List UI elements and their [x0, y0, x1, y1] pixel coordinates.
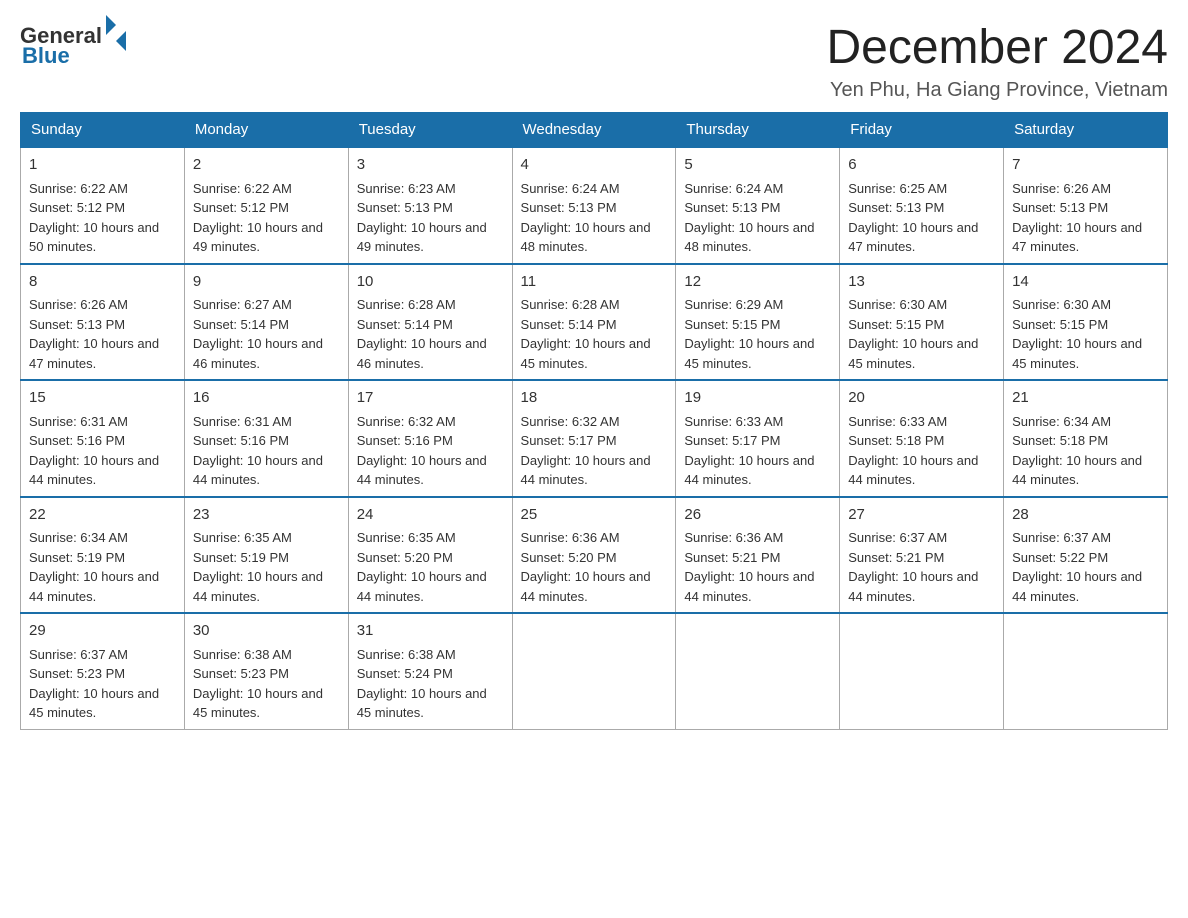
calendar-day-cell: 17Sunrise: 6:32 AMSunset: 5:16 PMDayligh… [348, 380, 512, 497]
calendar-day-cell: 15Sunrise: 6:31 AMSunset: 5:16 PMDayligh… [21, 380, 185, 497]
day-number: 15 [29, 387, 176, 410]
calendar-day-cell: 24Sunrise: 6:35 AMSunset: 5:20 PMDayligh… [348, 497, 512, 614]
calendar-day-cell: 12Sunrise: 6:29 AMSunset: 5:15 PMDayligh… [676, 264, 840, 381]
day-number: 3 [357, 154, 504, 177]
day-number: 9 [193, 271, 340, 294]
calendar-day-cell [840, 613, 1004, 729]
day-of-week-header: Sunday [21, 113, 185, 148]
day-number: 30 [193, 620, 340, 643]
day-number: 10 [357, 271, 504, 294]
calendar-day-cell: 23Sunrise: 6:35 AMSunset: 5:19 PMDayligh… [184, 497, 348, 614]
calendar-week-row: 8Sunrise: 6:26 AMSunset: 5:13 PMDaylight… [21, 264, 1168, 381]
day-of-week-header: Saturday [1004, 113, 1168, 148]
day-number: 1 [29, 154, 176, 177]
calendar-table: SundayMondayTuesdayWednesdayThursdayFrid… [20, 112, 1168, 730]
day-number: 22 [29, 504, 176, 527]
day-number: 19 [684, 387, 831, 410]
day-number: 7 [1012, 154, 1159, 177]
calendar-day-cell: 7Sunrise: 6:26 AMSunset: 5:13 PMDaylight… [1004, 147, 1168, 264]
day-number: 31 [357, 620, 504, 643]
day-number: 6 [848, 154, 995, 177]
calendar-day-cell [512, 613, 676, 729]
day-of-week-header: Friday [840, 113, 1004, 148]
day-number: 20 [848, 387, 995, 410]
calendar-day-cell: 10Sunrise: 6:28 AMSunset: 5:14 PMDayligh… [348, 264, 512, 381]
page-header: General Blue December 2024 Yen Phu, Ha G… [20, 20, 1168, 102]
day-number: 14 [1012, 271, 1159, 294]
calendar-day-cell: 2Sunrise: 6:22 AMSunset: 5:12 PMDaylight… [184, 147, 348, 264]
calendar-day-cell: 18Sunrise: 6:32 AMSunset: 5:17 PMDayligh… [512, 380, 676, 497]
calendar-week-row: 29Sunrise: 6:37 AMSunset: 5:23 PMDayligh… [21, 613, 1168, 729]
calendar-day-cell: 22Sunrise: 6:34 AMSunset: 5:19 PMDayligh… [21, 497, 185, 614]
day-of-week-header: Monday [184, 113, 348, 148]
calendar-day-cell: 11Sunrise: 6:28 AMSunset: 5:14 PMDayligh… [512, 264, 676, 381]
day-number: 21 [1012, 387, 1159, 410]
day-number: 25 [521, 504, 668, 527]
day-number: 29 [29, 620, 176, 643]
day-of-week-header: Tuesday [348, 113, 512, 148]
day-number: 13 [848, 271, 995, 294]
day-number: 11 [521, 271, 668, 294]
logo-blue: Blue [22, 43, 70, 69]
calendar-day-cell: 31Sunrise: 6:38 AMSunset: 5:24 PMDayligh… [348, 613, 512, 729]
calendar-day-cell: 19Sunrise: 6:33 AMSunset: 5:17 PMDayligh… [676, 380, 840, 497]
calendar-day-cell [676, 613, 840, 729]
day-number: 18 [521, 387, 668, 410]
day-number: 27 [848, 504, 995, 527]
calendar-day-cell: 5Sunrise: 6:24 AMSunset: 5:13 PMDaylight… [676, 147, 840, 264]
calendar-day-cell: 27Sunrise: 6:37 AMSunset: 5:21 PMDayligh… [840, 497, 1004, 614]
calendar-day-cell: 6Sunrise: 6:25 AMSunset: 5:13 PMDaylight… [840, 147, 1004, 264]
calendar-day-cell: 13Sunrise: 6:30 AMSunset: 5:15 PMDayligh… [840, 264, 1004, 381]
calendar-day-cell: 21Sunrise: 6:34 AMSunset: 5:18 PMDayligh… [1004, 380, 1168, 497]
day-of-week-header: Wednesday [512, 113, 676, 148]
logo: General Blue [20, 20, 126, 69]
calendar-day-cell: 9Sunrise: 6:27 AMSunset: 5:14 PMDaylight… [184, 264, 348, 381]
calendar-week-row: 1Sunrise: 6:22 AMSunset: 5:12 PMDaylight… [21, 147, 1168, 264]
calendar-day-cell: 20Sunrise: 6:33 AMSunset: 5:18 PMDayligh… [840, 380, 1004, 497]
day-number: 16 [193, 387, 340, 410]
day-number: 4 [521, 154, 668, 177]
location-title: Yen Phu, Ha Giang Province, Vietnam [826, 79, 1168, 102]
day-number: 2 [193, 154, 340, 177]
calendar-day-cell: 25Sunrise: 6:36 AMSunset: 5:20 PMDayligh… [512, 497, 676, 614]
calendar-week-row: 22Sunrise: 6:34 AMSunset: 5:19 PMDayligh… [21, 497, 1168, 614]
day-number: 8 [29, 271, 176, 294]
day-number: 28 [1012, 504, 1159, 527]
day-number: 26 [684, 504, 831, 527]
month-title: December 2024 [826, 20, 1168, 75]
day-number: 24 [357, 504, 504, 527]
calendar-day-cell: 16Sunrise: 6:31 AMSunset: 5:16 PMDayligh… [184, 380, 348, 497]
day-number: 17 [357, 387, 504, 410]
day-number: 23 [193, 504, 340, 527]
calendar-day-cell: 29Sunrise: 6:37 AMSunset: 5:23 PMDayligh… [21, 613, 185, 729]
calendar-header-row: SundayMondayTuesdayWednesdayThursdayFrid… [21, 113, 1168, 148]
day-number: 5 [684, 154, 831, 177]
calendar-day-cell [1004, 613, 1168, 729]
calendar-day-cell: 14Sunrise: 6:30 AMSunset: 5:15 PMDayligh… [1004, 264, 1168, 381]
calendar-day-cell: 28Sunrise: 6:37 AMSunset: 5:22 PMDayligh… [1004, 497, 1168, 614]
calendar-day-cell: 4Sunrise: 6:24 AMSunset: 5:13 PMDaylight… [512, 147, 676, 264]
calendar-week-row: 15Sunrise: 6:31 AMSunset: 5:16 PMDayligh… [21, 380, 1168, 497]
calendar-day-cell: 26Sunrise: 6:36 AMSunset: 5:21 PMDayligh… [676, 497, 840, 614]
calendar-day-cell: 1Sunrise: 6:22 AMSunset: 5:12 PMDaylight… [21, 147, 185, 264]
title-section: December 2024 Yen Phu, Ha Giang Province… [826, 20, 1168, 102]
day-number: 12 [684, 271, 831, 294]
calendar-day-cell: 3Sunrise: 6:23 AMSunset: 5:13 PMDaylight… [348, 147, 512, 264]
day-of-week-header: Thursday [676, 113, 840, 148]
calendar-day-cell: 8Sunrise: 6:26 AMSunset: 5:13 PMDaylight… [21, 264, 185, 381]
calendar-day-cell: 30Sunrise: 6:38 AMSunset: 5:23 PMDayligh… [184, 613, 348, 729]
